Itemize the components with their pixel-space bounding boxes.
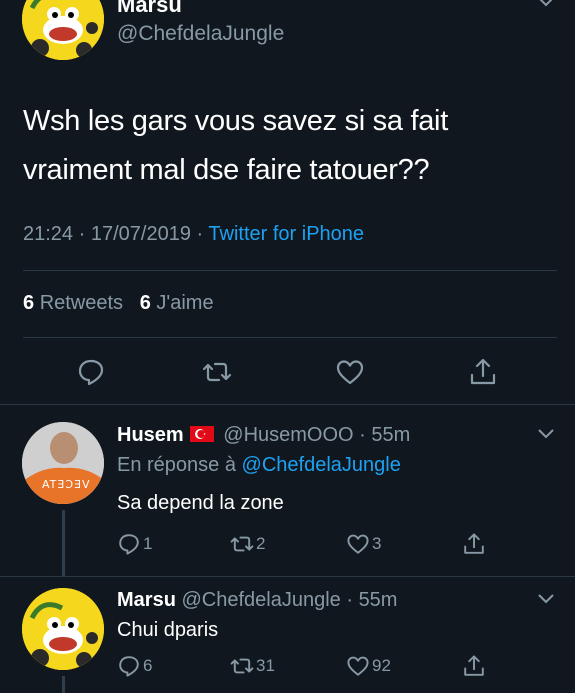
avatar[interactable] [22, 588, 104, 670]
divider [23, 337, 557, 338]
separator-dot: · [78, 223, 86, 245]
reply-time: 55m [358, 589, 398, 611]
tweet-date: 17/07/2019 [90, 223, 191, 245]
like-count: 92 [372, 656, 391, 675]
reply-prefix: En réponse à [117, 454, 236, 476]
retweet-icon [230, 536, 254, 552]
share-icon [464, 655, 484, 676]
like-button[interactable]: 3 [346, 532, 381, 556]
retweet-count: 2 [256, 534, 266, 553]
thread-line [62, 510, 65, 576]
retweets-count: 6 [23, 292, 35, 314]
reply-text: Sa depend la zone [117, 492, 284, 514]
author-name[interactable]: Marsu [117, 0, 182, 18]
separator-dot: · [346, 589, 353, 611]
tweet-text-line: vraiment mal dse faire tatouer?? [23, 154, 430, 186]
reply-count: 6 [143, 656, 153, 675]
avatar[interactable] [22, 0, 104, 60]
retweet-button[interactable]: 31 [230, 654, 275, 678]
share-button[interactable] [462, 532, 486, 556]
likes-label: J'aime [156, 292, 214, 314]
reply-time: 55m [371, 424, 411, 446]
likes-stat[interactable]: 6 J'aime [140, 292, 214, 314]
reply-header: Husem @HusemOOO · 55m [117, 424, 410, 447]
author-handle[interactable]: @ChefdelaJungle [117, 22, 284, 46]
retweet-icon[interactable] [202, 357, 232, 387]
share-button[interactable] [462, 654, 486, 678]
tweet-stats: 6 Retweets 6 J'aime [23, 292, 214, 315]
replying-to: En réponse à @ChefdelaJungle [117, 454, 401, 477]
reply-header: Marsu @ChefdelaJungle · 55m [117, 589, 397, 612]
marsupilami-avatar-icon [22, 588, 104, 670]
retweets-label: Retweets [39, 292, 124, 314]
author-handle[interactable]: @HusemOOO [223, 424, 353, 446]
reply-count: 1 [143, 534, 153, 553]
retweet-button[interactable]: 2 [230, 532, 265, 556]
separator-dot: · [359, 424, 366, 446]
author-name[interactable]: Husem [117, 424, 184, 446]
tweet-text: Wsh les gars vous savez si sa fait vraim… [23, 97, 543, 195]
separator-dot: · [196, 223, 204, 245]
avatar[interactable]: ATƎƆƎV [22, 422, 104, 504]
tweet-time: 21:24 [23, 223, 74, 245]
retweets-stat[interactable]: 6 Retweets [23, 292, 123, 314]
reply-to-link[interactable]: @ChefdelaJungle [242, 454, 401, 476]
chevron-down-icon[interactable] [536, 424, 556, 444]
reply-icon[interactable] [76, 357, 106, 387]
likes-count: 6 [139, 292, 151, 314]
avatar-shirt-text: ATƎƆƎV [42, 478, 91, 491]
author-handle[interactable]: @ChefdelaJungle [181, 589, 340, 611]
author-name[interactable]: Marsu [117, 589, 176, 611]
reply-tweet[interactable]: ATƎƆƎV Husem @HusemOOO · 55m En réponse … [0, 404, 575, 576]
tweet-meta: 21:24 · 17/07/2019 · Twitter for iPhone [23, 223, 364, 246]
avatar-photo-icon [22, 422, 104, 504]
divider [23, 270, 557, 271]
like-icon[interactable] [335, 357, 365, 387]
reply-text: Chui dparis [117, 619, 219, 641]
like-button[interactable]: 92 [346, 654, 391, 678]
marsupilami-avatar-icon [22, 0, 104, 60]
tweet-actions [0, 352, 575, 392]
chevron-down-icon[interactable] [536, 589, 556, 609]
share-icon[interactable] [468, 357, 498, 387]
retweet-count: 31 [256, 656, 275, 675]
like-icon [347, 534, 369, 554]
tweet-source-link[interactable]: Twitter for iPhone [208, 223, 364, 245]
thread-line [62, 676, 65, 693]
like-icon [347, 656, 369, 676]
retweet-icon [230, 658, 254, 674]
chevron-down-icon[interactable] [536, 0, 556, 12]
share-icon [464, 533, 484, 554]
reply-button[interactable]: 6 [117, 654, 152, 678]
reply-tweet[interactable]: Marsu @ChefdelaJungle · 55m Chui dparis … [0, 576, 575, 693]
tweet-text-line: Wsh les gars vous savez si sa fait [23, 105, 448, 137]
reply-icon [119, 656, 139, 677]
turkey-flag-icon [189, 426, 214, 442]
like-count: 3 [372, 534, 382, 553]
reply-icon [119, 534, 139, 555]
reply-button[interactable]: 1 [117, 532, 152, 556]
main-tweet: Marsu @ChefdelaJungle Wsh les gars vous … [0, 0, 575, 400]
